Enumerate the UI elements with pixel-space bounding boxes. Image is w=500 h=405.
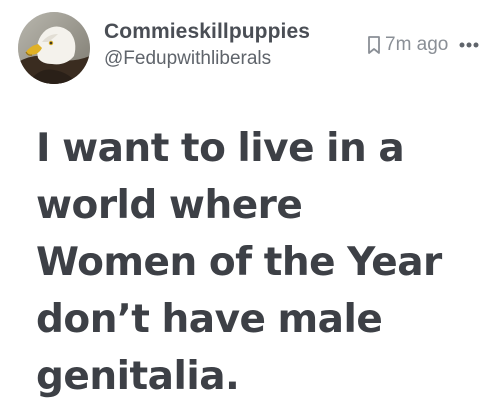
more-options-icon[interactable] bbox=[458, 40, 480, 50]
bookmark-icon[interactable] bbox=[366, 35, 382, 55]
post-timestamp: 7m ago bbox=[385, 34, 449, 55]
avatar[interactable] bbox=[18, 12, 90, 84]
post-meta: 7m ago bbox=[366, 34, 480, 56]
post-card: Commieskillpuppies @Fedupwithliberals 7m… bbox=[0, 0, 500, 405]
author-block: Commieskillpuppies @Fedupwithliberals bbox=[104, 20, 310, 70]
author-display-name[interactable]: Commieskillpuppies bbox=[104, 20, 310, 44]
author-handle[interactable]: @Fedupwithliberals bbox=[104, 48, 310, 70]
post-body-text: I want to live in a world where Women of… bbox=[36, 126, 442, 399]
bald-eagle-icon bbox=[18, 12, 90, 84]
